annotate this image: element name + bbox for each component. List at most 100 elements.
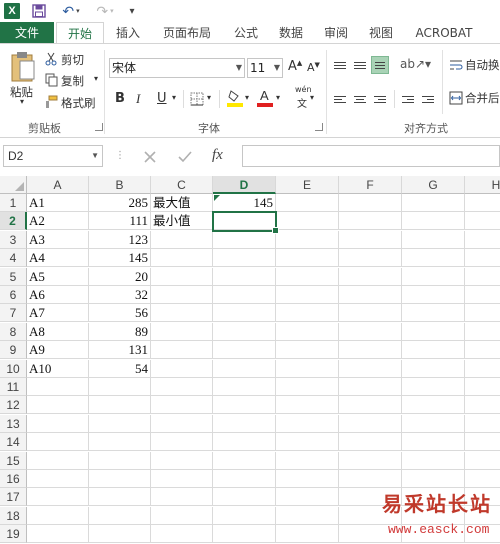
cell-e1[interactable] [276, 194, 339, 212]
align-left-icon[interactable] [331, 90, 349, 108]
cell-a10[interactable]: A10 [27, 359, 89, 378]
cell-b14[interactable] [89, 433, 151, 452]
cell-a16[interactable] [27, 470, 89, 488]
cancel-icon[interactable] [141, 149, 159, 165]
align-middle-icon[interactable] [351, 56, 369, 74]
cell-g5[interactable] [402, 267, 465, 286]
cell-h9[interactable] [465, 341, 500, 360]
cell-b13[interactable] [89, 414, 151, 433]
cell-d19[interactable] [213, 525, 276, 544]
orientation-icon[interactable]: ab↗▾ [400, 57, 431, 71]
cell-g13[interactable] [402, 414, 465, 433]
customize-toolbar-icon[interactable]: ▾ [126, 3, 138, 19]
row-header[interactable]: 13 [0, 414, 27, 433]
cell-a11[interactable] [27, 378, 89, 396]
cell-h13[interactable] [465, 415, 500, 433]
cell-g8[interactable] [402, 322, 465, 341]
cell-e11[interactable] [276, 378, 339, 396]
cell-g7[interactable] [402, 304, 465, 323]
cell-a13[interactable] [27, 414, 89, 433]
cell-b1[interactable]: 285 [89, 194, 151, 212]
cell-b16[interactable] [89, 470, 151, 488]
cell-d4[interactable] [213, 249, 276, 268]
cell-c12[interactable] [151, 396, 213, 415]
tab-formulas[interactable]: 公式 [225, 22, 267, 44]
row-header[interactable]: 19 [0, 525, 27, 544]
font-name-combo[interactable]: 宋体 ▼ [109, 58, 245, 78]
tab-file[interactable]: 文件 [0, 22, 54, 44]
cell-f12[interactable] [339, 396, 402, 415]
cell-e18[interactable] [276, 506, 339, 525]
cell-a8[interactable]: A8 [27, 322, 89, 341]
cell-d9[interactable] [213, 341, 276, 360]
cell-g9[interactable] [402, 341, 465, 360]
cell-e5[interactable] [276, 267, 339, 286]
cell-b6[interactable]: 32 [89, 286, 151, 304]
cell-b19[interactable] [89, 525, 151, 544]
cell-d12[interactable] [213, 396, 276, 415]
cell-f8[interactable] [339, 322, 402, 341]
cell-b5[interactable]: 20 [89, 267, 151, 286]
cell-h1[interactable] [465, 194, 500, 212]
cell-h2[interactable] [465, 212, 500, 231]
cell-b17[interactable] [89, 488, 151, 507]
cell-g14[interactable] [402, 433, 465, 452]
border-dropdown-icon[interactable]: ▾ [207, 93, 211, 102]
cell-e13[interactable] [276, 414, 339, 433]
cell-d11[interactable] [213, 378, 276, 396]
cell-c9[interactable] [151, 341, 213, 360]
cell-b11[interactable] [89, 378, 151, 396]
cell-f5[interactable] [339, 267, 402, 286]
bold-button[interactable]: B [115, 91, 125, 106]
cell-a2[interactable]: A2 [27, 212, 89, 231]
cell-g12[interactable] [402, 396, 465, 415]
cell-h3[interactable] [465, 231, 500, 249]
wrap-text-button[interactable]: 自动换 [465, 57, 500, 73]
select-all-corner[interactable] [0, 176, 27, 194]
column-header-a[interactable]: A [27, 176, 89, 194]
cell-d7[interactable] [213, 304, 276, 323]
redo-icon[interactable]: ↷ ▾ [92, 3, 118, 19]
cell-h11[interactable] [465, 378, 500, 396]
row-header[interactable]: 11 [0, 378, 27, 396]
cell-a15[interactable] [27, 451, 89, 470]
cell-h12[interactable] [465, 396, 500, 415]
cell-d1[interactable]: 145 [213, 194, 276, 212]
cell-d16[interactable] [213, 470, 276, 488]
cell-f2[interactable] [339, 212, 402, 231]
row-header[interactable]: 17 [0, 488, 27, 507]
cell-a12[interactable] [27, 396, 89, 415]
decrease-font-icon[interactable]: A▼ [307, 61, 320, 74]
font-color-icon[interactable]: A [256, 88, 274, 108]
underline-dropdown-icon[interactable]: ▾ [172, 93, 176, 102]
italic-button[interactable]: I [136, 91, 140, 107]
row-header[interactable]: 12 [0, 396, 27, 415]
cell-b10[interactable]: 54 [89, 359, 151, 378]
row-header[interactable]: 4 [0, 249, 27, 268]
cell-f9[interactable] [339, 341, 402, 360]
copy-button[interactable]: 复制 [61, 73, 84, 89]
cell-d10[interactable] [213, 359, 276, 378]
cell-b8[interactable]: 89 [89, 322, 151, 341]
cell-a4[interactable]: A4 [27, 249, 89, 268]
cell-d13[interactable] [213, 414, 276, 433]
cell-c1[interactable]: 最大值 [151, 194, 213, 212]
cell-g1[interactable] [402, 194, 465, 212]
cell-e8[interactable] [276, 322, 339, 341]
cell-e10[interactable] [276, 359, 339, 378]
row-header[interactable]: 9 [0, 341, 27, 360]
cell-b2[interactable]: 111 [89, 212, 151, 231]
cell-h6[interactable] [465, 286, 500, 304]
cell-c13[interactable] [151, 414, 213, 433]
cell-h8[interactable] [465, 323, 500, 341]
cell-e3[interactable] [276, 230, 339, 249]
cell-c18[interactable] [151, 506, 213, 525]
row-header[interactable]: 10 [0, 359, 27, 378]
cell-h7[interactable] [465, 304, 500, 323]
cell-e19[interactable] [276, 525, 339, 544]
row-header[interactable]: 16 [0, 470, 27, 488]
row-header[interactable]: 2 [0, 212, 27, 231]
align-bottom-icon[interactable] [371, 56, 389, 74]
cut-icon[interactable] [44, 52, 58, 66]
save-icon[interactable] [31, 3, 47, 19]
